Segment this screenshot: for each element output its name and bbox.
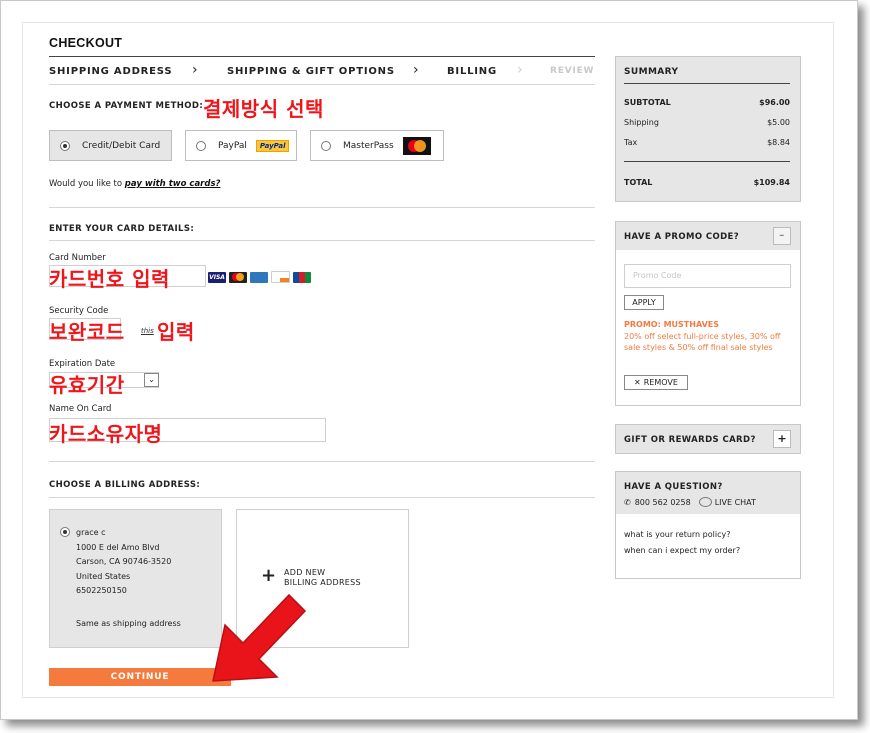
plus-icon: + [261, 565, 277, 586]
billing-name: grace c [76, 528, 106, 537]
subtotal-value: $96.00 [759, 98, 790, 107]
summary-divider [624, 83, 790, 84]
radio-selected-icon[interactable] [60, 140, 70, 151]
title-divider [49, 56, 595, 57]
visa-icon: VISA [208, 271, 226, 283]
payment-option-card-label: Credit/Debit Card [82, 140, 161, 151]
live-chat-link[interactable]: LIVE CHAT [715, 498, 756, 507]
amex-icon [250, 271, 268, 283]
security-code-help-link[interactable]: this [141, 327, 154, 335]
radio-icon[interactable] [321, 140, 331, 151]
security-code-annotation-2: 입력 [157, 320, 195, 344]
two-cards-prompt: Would you like to pay with two cards? [49, 179, 220, 189]
billing-address-heading: CHOOSE A BILLING ADDRESS: [49, 480, 201, 490]
gift-card-title: GIFT OR REWARDS CARD? [624, 435, 756, 445]
applied-promo-description: 20% off select full-price styles, 30% of… [624, 332, 781, 352]
mastercard-icon [229, 271, 247, 283]
promo-code-placeholder: Promo Code [633, 271, 682, 280]
name-on-card-label: Name On Card [49, 404, 112, 414]
payment-option-paypal-label: PayPal [218, 140, 247, 151]
add-new-label-1: ADD NEW [284, 568, 326, 577]
faq-return-policy-link[interactable]: what is your return policy? [624, 530, 730, 539]
card-heading-divider [49, 240, 595, 241]
discover-icon [271, 271, 290, 283]
billing-country: United States [76, 571, 131, 581]
remove-promo-button[interactable]: ✕ REMOVE [624, 375, 688, 390]
annotation-arrow-icon [212, 593, 307, 682]
masterpass-logo-icon [402, 136, 431, 155]
chevron-right-icon: › [192, 62, 198, 78]
expand-icon[interactable]: + [773, 430, 791, 448]
phone-icon: ✆ [624, 497, 631, 507]
jcb-icon [293, 271, 311, 283]
payment-method-annotation: 결제방식 선택 [203, 97, 324, 121]
name-on-card-annotation: 카드소유자명 [49, 422, 163, 446]
payment-option-masterpass-label: MasterPass [343, 140, 394, 151]
page-title: CHECKOUT [49, 36, 123, 50]
radio-icon[interactable] [196, 140, 206, 151]
faq-delivery-link[interactable]: when can i expect my order? [624, 546, 740, 555]
billing-line1: 1000 E del Amo Blvd [76, 542, 160, 552]
expiration-date-label: Expiration Date [49, 359, 116, 369]
expiration-date-annotation: 유효기간 [49, 373, 125, 397]
applied-promo-title: PROMO: MUSTHAVES [624, 320, 720, 329]
card-brand-logos: VISA [208, 271, 314, 283]
step-shipping-gift-options[interactable]: SHIPPING & GIFT OPTIONS [227, 66, 395, 77]
pay-with-two-cards-link[interactable]: pay with two cards? [125, 179, 221, 189]
help-header: HAVE A QUESTION? ✆ 800 562 0258 LIVE CHA… [616, 472, 800, 514]
chevron-down-icon[interactable]: ⌄ [144, 373, 159, 387]
card-number-annotation: 카드번호 입력 [49, 267, 170, 291]
promo-title: HAVE A PROMO CODE? [624, 232, 740, 242]
paypal-logo-icon: PayPal [255, 139, 290, 152]
payment-option-paypal[interactable]: PayPal PayPal [185, 130, 297, 161]
promo-code-box: HAVE A PROMO CODE? – Promo Code APPLY PR… [615, 221, 801, 406]
shipping-label: Shipping [624, 118, 659, 127]
apply-promo-button[interactable]: APPLY [624, 295, 664, 310]
card-number-label: Card Number [49, 253, 106, 263]
step-billing: BILLING [447, 66, 497, 77]
total-label: TOTAL [624, 178, 653, 187]
remove-label: REMOVE [643, 378, 678, 387]
collapse-icon[interactable]: – [773, 227, 791, 245]
billing-line2: Carson, CA 90746-3520 [76, 557, 172, 566]
help-contact: ✆ 800 562 0258 LIVE CHAT [624, 497, 756, 507]
phone-number[interactable]: 800 562 0258 [635, 498, 691, 507]
security-code-annotation: 보완코드 [49, 320, 125, 344]
continue-button[interactable]: CONTINUE [49, 668, 231, 686]
section-divider [49, 461, 595, 462]
card-details-heading: ENTER YOUR CARD DETAILS: [49, 224, 195, 234]
total-value: $109.84 [753, 178, 790, 187]
radio-selected-icon[interactable] [60, 527, 70, 537]
step-review: REVIEW [550, 66, 595, 76]
shipping-value: $5.00 [767, 118, 790, 127]
payment-option-card[interactable]: Credit/Debit Card [49, 130, 172, 161]
security-code-label: Security Code [49, 306, 109, 316]
promo-header[interactable]: HAVE A PROMO CODE? – [616, 222, 800, 250]
same-as-shipping-note: Same as shipping address [76, 619, 181, 628]
summary-total-divider [624, 161, 790, 162]
billing-phone: 6502250150 [76, 586, 127, 595]
chevron-right-icon: › [517, 62, 523, 78]
promo-code-input[interactable]: Promo Code [624, 264, 791, 288]
chat-bubble-icon [698, 497, 712, 507]
order-summary-box: SUMMARY SUBTOTAL $96.00 Shipping $5.00 T… [615, 56, 801, 202]
help-title: HAVE A QUESTION? [624, 482, 723, 492]
gift-card-box[interactable]: GIFT OR REWARDS CARD? + [615, 424, 801, 454]
payment-option-masterpass[interactable]: MasterPass [310, 130, 444, 161]
steps-divider [49, 84, 595, 85]
help-box: HAVE A QUESTION? ✆ 800 562 0258 LIVE CHA… [615, 471, 801, 579]
close-icon: ✕ [634, 378, 641, 387]
billing-address-card-selected[interactable]: grace c 1000 E del Amo Blvd Carson, CA 9… [49, 509, 222, 648]
two-cards-prefix: Would you like to [49, 179, 125, 189]
tax-label: Tax [624, 138, 638, 147]
summary-title: SUMMARY [624, 67, 679, 77]
chevron-right-icon: › [413, 62, 419, 78]
section-divider [49, 207, 595, 208]
payment-method-heading: CHOOSE A PAYMENT METHOD: [49, 101, 204, 111]
step-shipping-address[interactable]: SHIPPING ADDRESS [49, 66, 172, 77]
subtotal-label: SUBTOTAL [624, 98, 671, 107]
billing-heading-divider [49, 497, 595, 498]
tax-value: $8.84 [767, 138, 790, 147]
